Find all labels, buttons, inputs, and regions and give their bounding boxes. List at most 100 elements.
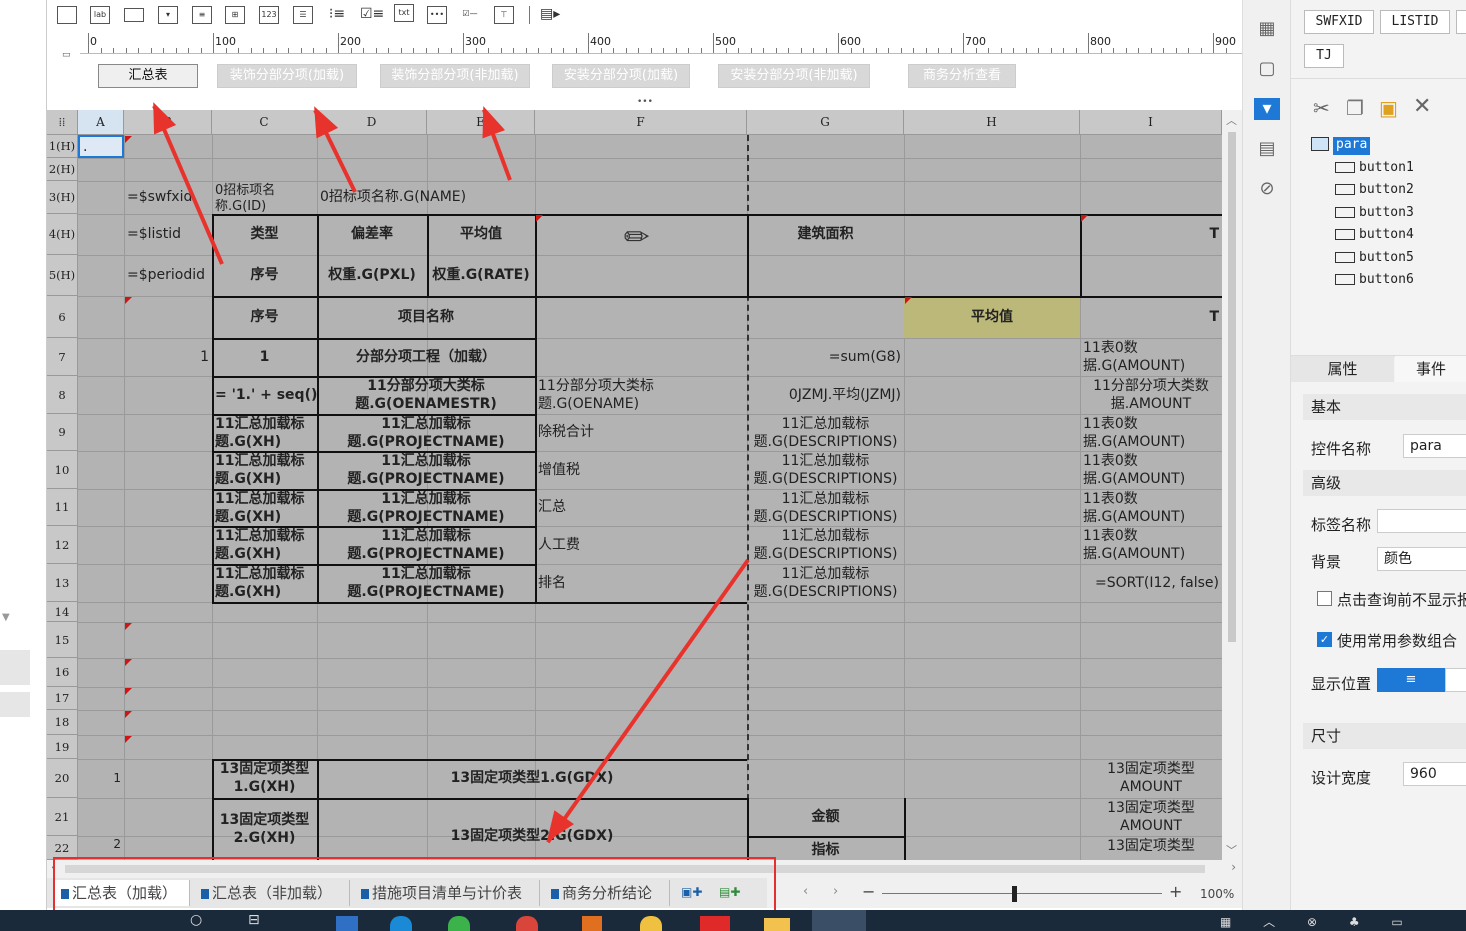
export-icon[interactable]: ▤▸ <box>540 6 560 24</box>
cell-g7[interactable]: =sum(G8) <box>747 338 904 376</box>
cell-a20[interactable]: 1 <box>78 759 124 798</box>
column-header-a[interactable]: A <box>78 110 124 135</box>
zoom-in-button[interactable]: + <box>1169 882 1182 901</box>
row-header[interactable]: 20 <box>47 759 78 798</box>
textarea-icon[interactable]: ☰ <box>293 6 313 24</box>
tab-events[interactable]: 事件 <box>1395 356 1466 382</box>
cell-i6[interactable]: T <box>1080 296 1222 338</box>
cell-g8[interactable]: 0JZMJ.平均(JZMJ) <box>747 376 904 414</box>
cell-g21[interactable]: 金额 <box>747 798 904 836</box>
wechat-icon[interactable] <box>448 916 470 931</box>
cut-icon[interactable]: ✂ <box>1313 96 1330 120</box>
cell-d5[interactable]: 权重.G(PXL) <box>317 255 427 296</box>
cell-c13[interactable]: 11汇总加载标题.G(XH) <box>212 564 317 602</box>
param-button-6[interactable]: 商务分析查看 <box>908 64 1016 88</box>
cell-c3[interactable]: 0招标项名称.G(ID) <box>212 181 317 214</box>
page-next-icon[interactable]: › <box>833 884 838 899</box>
row-header[interactable]: 3(H) <box>47 181 78 214</box>
table-icon[interactable]: ⊞ <box>225 6 245 24</box>
cell-a1[interactable]: . <box>78 135 124 158</box>
tray-icons[interactable]: ▦ ︿ ⊗ ♣ ▭ <box>1220 913 1417 930</box>
cell-c11[interactable]: 11汇总加载标题.G(XH) <box>212 489 317 526</box>
cell-i12[interactable]: 11表0数据.G(AMOUNT) <box>1080 526 1222 564</box>
background-select[interactable]: 颜色 <box>1377 547 1466 571</box>
use-common-params-checkbox[interactable]: ✓ <box>1317 632 1332 647</box>
cell-c7[interactable]: 1 <box>212 338 317 376</box>
column-header-b[interactable]: B <box>124 110 212 135</box>
cell-i13[interactable]: =SORT(I12, false) <box>1080 564 1222 602</box>
cell-g4[interactable]: 建筑面积 <box>747 214 904 255</box>
cell-d12[interactable]: 11汇总加载标题.G(PROJECTNAME) <box>317 526 535 564</box>
cell-i7[interactable]: 11表0数据.G(AMOUNT) <box>1080 338 1222 376</box>
gutter-collapse-icon[interactable]: ▼ <box>2 612 16 623</box>
tree-item-button4[interactable]: button4 <box>1335 227 1414 242</box>
taskview-icon[interactable]: ⊟ <box>248 912 260 928</box>
gutter-splitter[interactable] <box>0 650 30 685</box>
align-center-button[interactable] <box>1445 668 1466 692</box>
tree-item-button2[interactable]: button2 <box>1335 182 1414 197</box>
tab-properties[interactable]: 属性 <box>1291 356 1394 382</box>
param-button-5[interactable]: 安装分部分项(非加载) <box>718 64 870 88</box>
cell-d6[interactable]: 项目名称 <box>317 296 535 338</box>
app-icon-4[interactable] <box>812 910 866 931</box>
column-header-g[interactable]: G <box>747 110 904 135</box>
cell-b4[interactable]: =$listid <box>124 214 212 255</box>
textbox-icon[interactable] <box>57 6 77 24</box>
cell-c6[interactable]: 序号 <box>212 296 317 338</box>
cell-g10[interactable]: 11汇总加载标题.G(DESCRIPTIONS) <box>747 451 904 489</box>
paste-icon[interactable]: ▣ <box>1379 96 1398 120</box>
cell-d7[interactable]: 分部分项工程（加载） <box>317 338 535 376</box>
cell-b5[interactable]: =$periodid <box>124 255 212 296</box>
cell-i10[interactable]: 11表0数据.G(AMOUNT) <box>1080 451 1222 489</box>
scroll-right-icon[interactable]: › <box>1231 860 1236 874</box>
cell-f8[interactable]: 11分部分项大类标题.G(OENAME) <box>535 376 747 414</box>
row-header[interactable]: 10 <box>47 451 78 489</box>
cell-e5[interactable]: 权重.G(RATE) <box>427 255 535 296</box>
label-icon[interactable]: lab <box>90 6 110 24</box>
cell-c12[interactable]: 11汇总加载标题.G(XH) <box>212 526 317 564</box>
page-prev-icon[interactable]: ‹ <box>803 884 808 899</box>
row-header[interactable]: 14 <box>47 602 78 622</box>
cell-c5[interactable]: 序号 <box>212 255 317 296</box>
tree-item-button1[interactable]: button1 <box>1335 160 1414 175</box>
app-icon-2[interactable] <box>582 916 602 931</box>
control-name-input[interactable]: para <box>1403 434 1466 458</box>
cell-element-icon[interactable]: ▤ <box>1255 138 1279 160</box>
row-header[interactable]: 12 <box>47 526 78 564</box>
cell-c8[interactable]: = '1.' + seq() <box>212 376 317 414</box>
cell-f10[interactable]: 增值税 <box>535 451 747 489</box>
param-tag-extra[interactable] <box>1456 10 1466 34</box>
column-header-e[interactable]: E <box>427 110 535 135</box>
zoom-slider[interactable] <box>882 893 1162 894</box>
cell-d20[interactable]: 13固定项类型1.G(GDX) <box>317 759 747 798</box>
scroll-down-icon[interactable]: ﹀ <box>1226 842 1237 858</box>
text-icon[interactable]: txt <box>394 4 414 22</box>
cell-g12[interactable]: 11汇总加载标题.G(DESCRIPTIONS) <box>747 526 904 564</box>
frame-icon[interactable]: ▢ <box>1255 58 1279 80</box>
column-header-c[interactable]: C <box>212 110 317 135</box>
param-button-2[interactable]: 装饰分部分项(加载) <box>217 64 357 88</box>
widget-settings-icon[interactable]: ▾ <box>1254 98 1280 120</box>
cell-c20[interactable]: 13固定项类型1.G(XH) <box>212 759 317 798</box>
spreadsheet-grid[interactable]: ⁞⁞ A B C D E F G H I 1(H) 2(H) 3(H) 4(H) 5(H) 6 7 8 9 10 11 1… <box>47 110 1222 860</box>
cell-c4[interactable]: 类型 <box>212 214 317 255</box>
cell-g9[interactable]: 11汇总加载标题.G(DESCRIPTIONS) <box>747 414 904 451</box>
cell-b3[interactable]: =$swfxid <box>124 181 212 214</box>
zoom-out-button[interactable]: − <box>862 882 875 901</box>
combo-icon[interactable]: ≡ <box>192 6 212 24</box>
column-header-d[interactable]: D <box>317 110 427 135</box>
folder-icon[interactable] <box>764 918 790 931</box>
cell-d11[interactable]: 11汇总加载标题.G(PROJECTNAME) <box>317 489 535 526</box>
cell-d9[interactable]: 11汇总加载标题.G(PROJECTNAME) <box>317 414 535 451</box>
column-header-h[interactable]: H <box>904 110 1080 135</box>
app-icon-3[interactable] <box>640 916 662 931</box>
cell-f12[interactable]: 人工费 <box>535 526 747 564</box>
zoom-slider-thumb[interactable] <box>1012 886 1017 902</box>
panel-resize-handle[interactable]: ••• <box>637 98 653 107</box>
grid-layout-icon[interactable]: ▦ <box>1255 18 1279 40</box>
row-header[interactable]: 11 <box>47 489 78 526</box>
chrome-icon[interactable] <box>516 916 538 931</box>
param-tag-swfxid[interactable]: SWFXID <box>1304 10 1374 34</box>
number-icon[interactable]: 123 <box>259 6 279 24</box>
cell-c21[interactable]: 13固定项类型2.G(XH) <box>212 798 317 860</box>
